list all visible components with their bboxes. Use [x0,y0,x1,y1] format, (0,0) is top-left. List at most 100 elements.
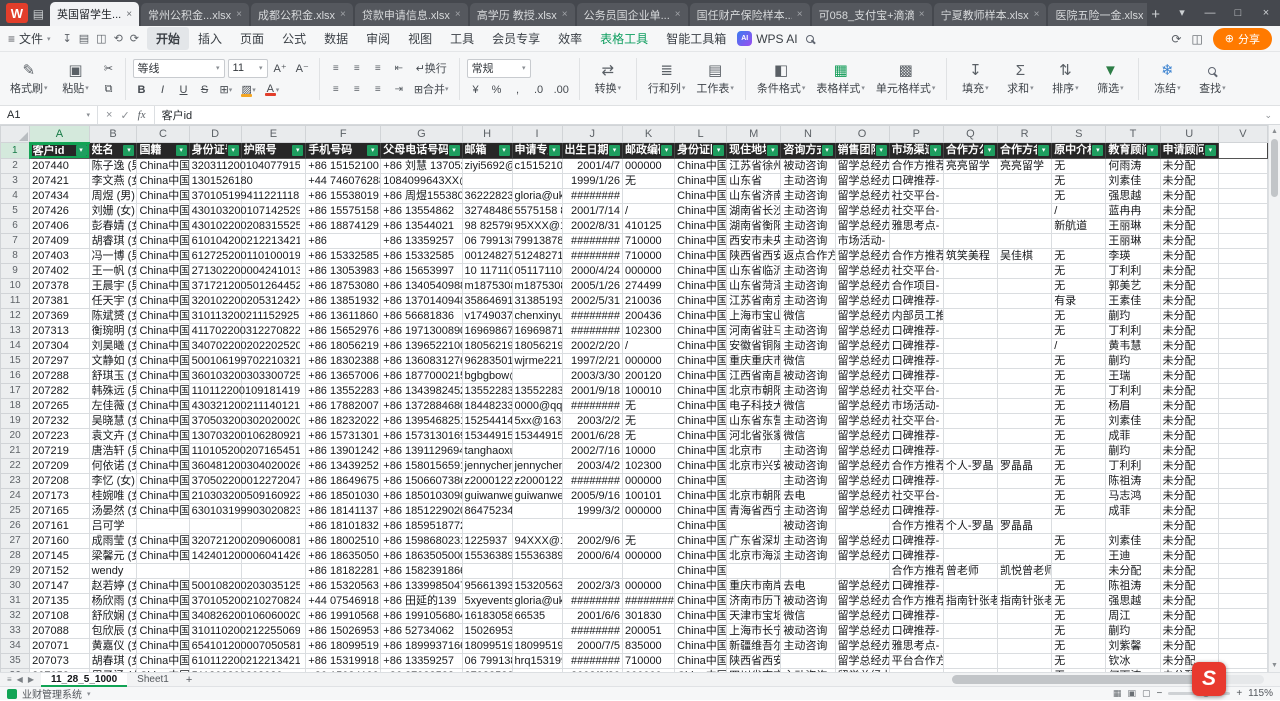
cell[interactable] [943,173,997,188]
align-left-icon[interactable]: ≡ [327,80,345,98]
cell[interactable]: 口碑推荐- [889,623,943,638]
cell[interactable]: 微信 [781,608,835,623]
cell[interactable]: 指南针张老师 [998,593,1052,608]
sheet-grid[interactable]: ABCDEFGHIJKLMNOPQRSTUV1客户id▾姓名▾国籍▾身份证号▾护… [0,125,1268,672]
cell[interactable] [1218,143,1267,159]
cell[interactable]: +86 13851932 [306,293,381,308]
cell[interactable]: China中国 [675,158,727,173]
file-tab[interactable]: 常州公积金...xlsx× [141,3,249,26]
cell[interactable]: 610112200212213421 [189,653,241,668]
cell[interactable] [998,233,1052,248]
cell[interactable]: 杨欣雨 (女 [89,593,137,608]
cell[interactable]: 0012482717 [462,248,512,263]
cell[interactable]: 留学总经办 [835,488,889,503]
wps-ai-button[interactable]: AI WPS AI [737,31,797,46]
cell[interactable]: +86 18753080 [306,278,381,293]
cell[interactable]: 200120 [622,368,674,383]
normal-view-icon[interactable]: ▦ [1113,688,1122,699]
cell[interactable]: 06 7991387 [462,233,512,248]
cell[interactable]: 207071 [30,638,89,653]
cell[interactable]: 陈子逸 (男 [89,158,137,173]
cell[interactable] [943,233,997,248]
cell[interactable]: 207088 [30,623,89,638]
cell[interactable]: 271302200004241013 [189,263,241,278]
cell[interactable]: 吴晓慧 (女 [89,413,137,428]
cell[interactable]: 无 [1052,593,1106,608]
cell[interactable]: China中国 [675,173,727,188]
row-header-25[interactable]: 25 [1,503,30,518]
cell[interactable]: China中国 [137,503,189,518]
row-header-7[interactable]: 7 [1,233,30,248]
cell[interactable]: +86 18232022 [306,413,381,428]
column-header-R[interactable]: R [998,126,1052,143]
new-tab-button[interactable]: + [1151,6,1160,23]
cell[interactable]: 未分配 [1160,293,1218,308]
header-cell[interactable]: 原中介机构▾ [1052,143,1106,159]
cell[interactable] [462,173,512,188]
cell[interactable]: 留学总经办 [835,503,889,518]
cell[interactable]: 1225937 [462,533,512,548]
header-cell[interactable]: 邮箱▾ [462,143,512,159]
cell[interactable]: 丁利利 [1106,323,1160,338]
cell[interactable]: 15536389 [462,548,512,563]
cell[interactable]: 王素佳 [1106,293,1160,308]
cell[interactable]: 蓝冉冉 [1106,203,1160,218]
cell[interactable]: China中国 [675,188,727,203]
font-color-button[interactable]: A ▾ [262,81,283,99]
cell[interactable] [943,608,997,623]
cell[interactable]: 2002/7/16 [562,443,622,458]
menu-item-tools[interactable]: 工具 [441,27,483,50]
ribbon-freeze-button[interactable]: ❄冻结▾ [1146,55,1188,103]
ribbon-conditional-format-button[interactable]: ◧条件格式▾ [753,55,810,103]
cell[interactable]: 罗晶晶 [998,518,1052,533]
cell[interactable] [1218,548,1267,563]
cell[interactable]: 西安市未央 [727,233,781,248]
cell[interactable] [1218,218,1267,233]
row-header-26[interactable]: 26 [1,518,30,533]
cell[interactable]: 110105200207165451 [189,443,241,458]
cell[interactable]: 500106199702210321 [189,353,241,368]
cell[interactable]: 湖南省长沙 [727,203,781,218]
ribbon-underline-button[interactable]: U [175,81,193,99]
cell[interactable]: 301830 [622,608,674,623]
formula-input[interactable]: 客户id [155,107,200,123]
cell[interactable]: 主动咨询 [781,263,835,278]
cell[interactable]: 000000 [622,263,674,278]
cell[interactable]: 强思越 [1106,188,1160,203]
cell[interactable]: 河北省张家 [727,428,781,443]
cell[interactable]: 新航道 [1052,218,1106,233]
cell[interactable]: 2002/5/31 [562,293,622,308]
cell[interactable]: 2005/9/16 [562,488,622,503]
cell[interactable] [998,383,1052,398]
cell[interactable]: 刘紫馨 [1106,638,1160,653]
cell[interactable] [1218,368,1267,383]
cell[interactable]: +86 1877000215 [381,368,462,383]
tab-close-icon[interactable]: × [1034,9,1040,20]
cell[interactable]: +86 18595187720 [381,518,462,533]
filter-icon[interactable]: ▾ [123,145,134,156]
cell[interactable]: 835000 [622,638,674,653]
cell[interactable] [998,398,1052,413]
cell[interactable]: 未分配 [1160,578,1218,593]
cell[interactable]: 江苏省南京 [727,293,781,308]
cell[interactable] [512,518,562,533]
cell[interactable]: 吴佳棋 [998,248,1052,263]
ribbon-cell-style-button[interactable]: ▩单元格样式▾ [872,55,940,103]
font-size-combo[interactable]: 11 ▾ [228,59,268,78]
cell[interactable]: +86 15319918 [306,653,381,668]
cell[interactable]: China中国 [675,353,727,368]
cell[interactable]: 无 [1052,608,1106,623]
cell[interactable]: 蒯玓 [1106,308,1160,323]
cell[interactable]: 留学总经办 [835,263,889,278]
column-header-A[interactable]: A [30,126,89,143]
cell[interactable]: 李文燕 (女 [89,173,137,188]
cell[interactable]: 10000 [622,443,674,458]
zoom-out-icon[interactable]: − [1156,688,1162,699]
row-header-23[interactable]: 23 [1,473,30,488]
cell[interactable]: 207223 [30,428,89,443]
cell[interactable]: China中国 [675,368,727,383]
minimize-button[interactable]: — [1196,1,1224,25]
cell[interactable]: 无 [1052,653,1106,668]
tab-close-icon[interactable]: × [126,9,132,20]
cell[interactable]: 微信 [781,428,835,443]
